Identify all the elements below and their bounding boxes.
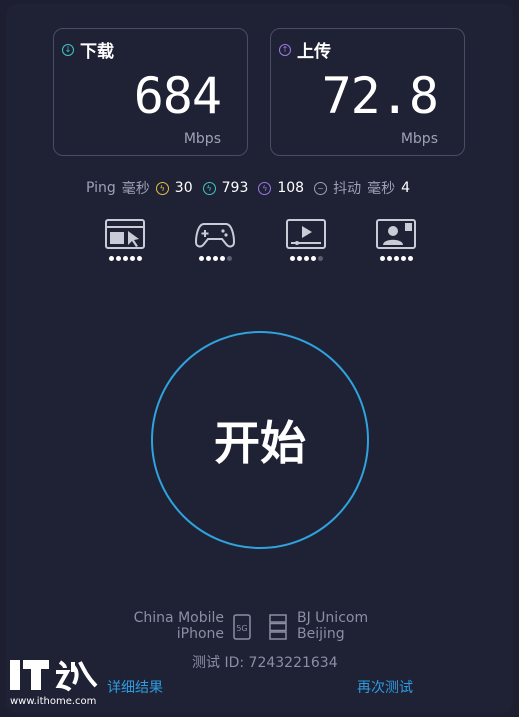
quality-dot <box>136 256 142 261</box>
device-name: iPhone <box>176 626 224 642</box>
test-id-value: 7243221634 <box>248 655 338 671</box>
quality-dot <box>115 256 121 261</box>
upload-arrow-icon: ↑ <box>279 43 291 56</box>
jitter-label: 抖动 <box>333 181 362 197</box>
quality-dot <box>296 256 302 261</box>
download-speed-value: 684 <box>133 67 222 125</box>
download-ping-value: 793 <box>221 180 249 196</box>
quality-dot <box>129 256 135 261</box>
quality-dot <box>205 256 211 261</box>
server-icon <box>269 614 287 640</box>
upload-unit: Mbps <box>400 131 438 147</box>
quality-dot <box>303 256 309 261</box>
quality-dot <box>407 256 413 261</box>
upload-card: ↑ 上传 72.8 Mbps <box>270 28 465 156</box>
video-call-quality-dots <box>374 256 418 261</box>
gaming-quality-dots <box>193 256 237 261</box>
jitter-ms-label: 毫秒 <box>367 181 396 197</box>
quality-dot <box>379 256 385 261</box>
server-info[interactable]: BJ Unicom Beijing <box>297 610 368 642</box>
download-unit: Mbps <box>183 131 221 147</box>
video-call-icon <box>376 219 416 249</box>
server-host: BJ Unicom <box>297 610 369 626</box>
jitter-value: 4 <box>401 180 411 196</box>
server-city: Beijing <box>297 626 345 642</box>
quality-dot <box>317 256 323 261</box>
latency-stats: Ping 毫秒 ϟ 30 ϟ 793 ϟ 108 ~ 抖动 毫秒 4 <box>86 178 414 198</box>
download-ping-icon: ϟ <box>202 181 216 195</box>
start-label: 开始 <box>214 416 306 470</box>
quality-dot <box>289 256 295 261</box>
quality-dot <box>198 256 204 261</box>
quality-dot <box>212 256 218 261</box>
video-call-quality <box>374 218 418 261</box>
quality-dot <box>310 256 316 261</box>
quality-dot <box>393 256 399 261</box>
idle-ping-icon: ϟ <box>155 181 169 195</box>
browsing-quality <box>103 218 147 261</box>
quality-dot <box>108 256 114 261</box>
gaming-quality <box>193 218 237 261</box>
retest-link[interactable]: 再次测试 <box>357 677 413 697</box>
provider-info: China Mobile iPhone <box>128 610 224 642</box>
provider-name: China Mobile <box>133 610 224 626</box>
browser-icon <box>105 219 145 249</box>
ping-label: Ping <box>86 180 116 196</box>
test-id-label: 测试 ID: <box>192 655 245 671</box>
streaming-quality-dots <box>284 256 328 261</box>
browsing-quality-dots <box>103 256 147 261</box>
streaming-quality <box>284 218 328 261</box>
download-arrow-icon: ↓ <box>62 43 74 56</box>
upload-ping-icon: ϟ <box>258 181 272 195</box>
idle-ping-value: 30 <box>174 180 193 196</box>
quality-dot <box>226 256 232 261</box>
jitter-icon: ~ <box>314 181 328 195</box>
gamepad-icon <box>194 223 236 248</box>
quality-dot <box>386 256 392 261</box>
upload-ping-value: 108 <box>277 180 305 196</box>
upload-speed-value: 72.8 <box>321 67 439 125</box>
download-card: ↓ 下载 684 Mbps <box>53 28 248 156</box>
sim-5g-icon: 5G <box>233 614 251 640</box>
watermark-url: www.ithome.com <box>10 696 97 707</box>
test-id-row: 测试 ID: 7243221634 <box>192 652 338 672</box>
ithome-logo <box>10 660 98 692</box>
details-link[interactable]: 详细结果 <box>107 677 163 697</box>
quality-dot <box>400 256 406 261</box>
start-test-button[interactable]: 开始 <box>151 331 369 549</box>
quality-dot <box>219 256 225 261</box>
video-player-icon <box>286 219 326 249</box>
network-badge: 5G <box>236 624 247 633</box>
quality-dot <box>122 256 128 261</box>
download-label: 下载 <box>80 42 114 62</box>
upload-label: 上传 <box>297 42 331 62</box>
ping-ms-label: 毫秒 <box>121 181 150 197</box>
